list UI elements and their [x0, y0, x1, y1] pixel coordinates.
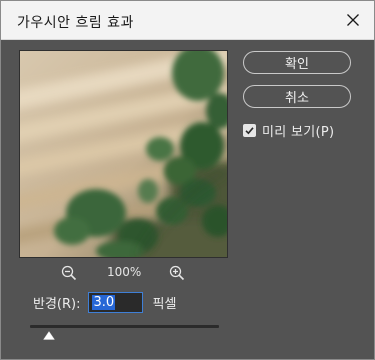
preview-checkbox-row[interactable]: 미리 보기(P)	[243, 121, 335, 140]
cancel-button[interactable]: 취소	[243, 85, 351, 108]
radius-label: 반경(R):	[33, 296, 81, 312]
dialog-body: 100% 확인 취소 미리 보기(P) 반경(R): 3.0 픽셀	[1, 40, 374, 359]
radius-value: 3.0	[92, 294, 116, 310]
radius-input[interactable]: 3.0	[88, 291, 144, 313]
blurred-plant-image	[20, 51, 227, 257]
gaussian-blur-dialog: 가우시안 흐림 효과 100% 확인 취소 미리 보기(P) 반경(R): 3.…	[0, 0, 375, 360]
checkmark-icon	[245, 126, 254, 134]
dialog-title: 가우시안 흐림 효과	[17, 15, 134, 31]
preview-image[interactable]	[19, 50, 228, 258]
slider-thumb-icon	[42, 331, 55, 340]
ok-button[interactable]: 확인	[243, 51, 351, 74]
close-button[interactable]	[338, 5, 368, 35]
zoom-level: 100%	[107, 265, 142, 279]
preview-checkbox[interactable]	[243, 123, 256, 137]
radius-row: 반경(R): 3.0 픽셀	[33, 290, 176, 314]
title-bar: 가우시안 흐림 효과	[1, 1, 374, 40]
zoom-controls: 100%	[19, 262, 227, 284]
radius-slider-track[interactable]	[30, 325, 219, 328]
preview-checkbox-label: 미리 보기(P)	[262, 124, 335, 140]
zoom-out-icon	[61, 265, 77, 281]
close-icon	[347, 14, 359, 26]
zoom-in-icon	[169, 265, 185, 281]
zoom-in-button[interactable]	[168, 264, 186, 282]
radius-unit: 픽셀	[152, 296, 177, 312]
zoom-out-button[interactable]	[60, 264, 78, 282]
